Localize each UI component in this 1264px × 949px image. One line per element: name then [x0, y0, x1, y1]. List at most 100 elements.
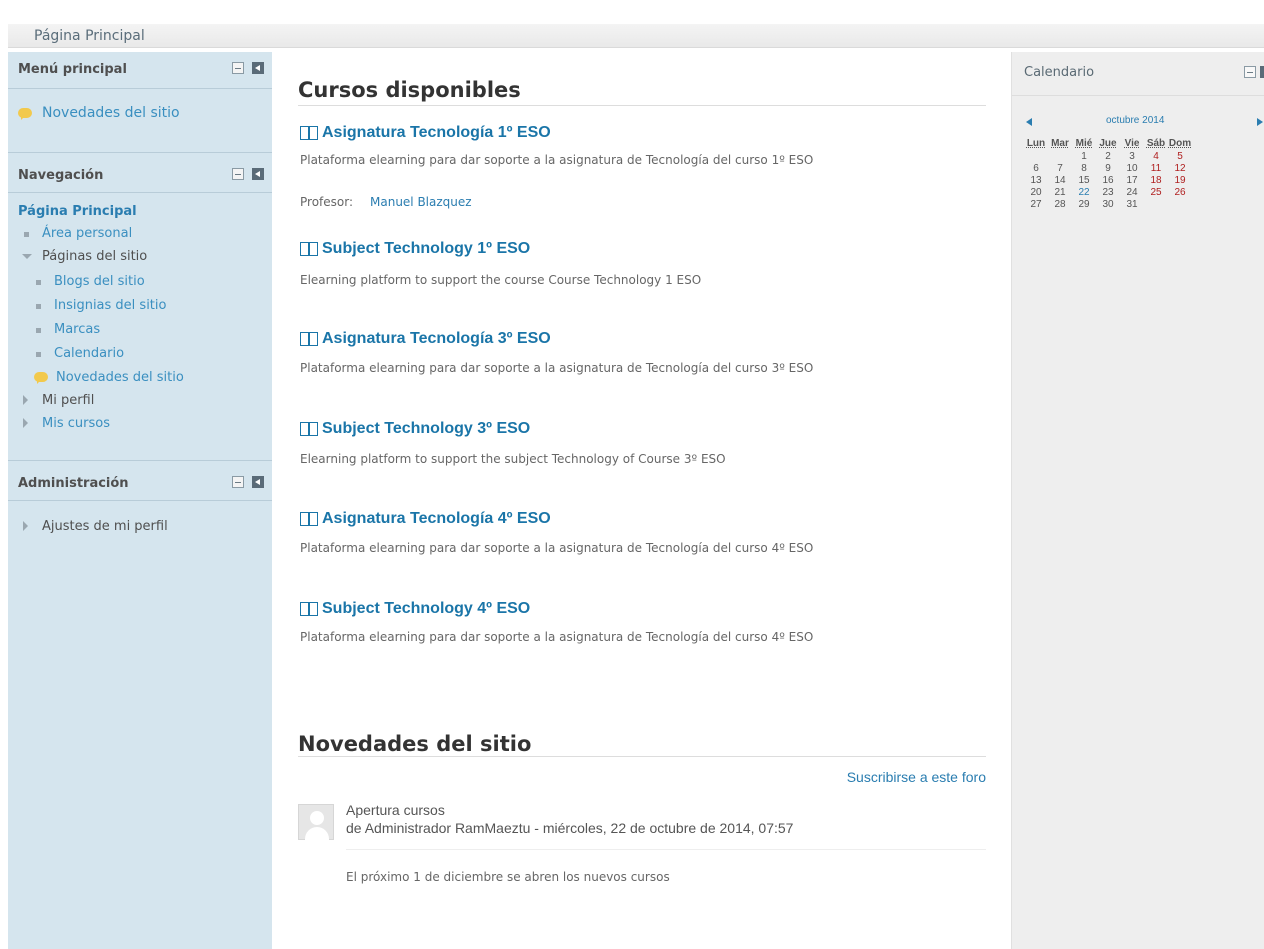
nav-item-site-blogs[interactable]: Blogs del sitio: [54, 274, 145, 289]
next-month-icon[interactable]: [1257, 118, 1263, 126]
weekday-label: Mié: [1075, 137, 1093, 149]
course-book-icon: [300, 422, 318, 436]
course-title-text[interactable]: Asignatura Tecnología 4º ESO: [322, 510, 551, 527]
bullet-icon: [36, 328, 41, 333]
calendar-day: 3: [1129, 150, 1135, 162]
calendar-day: [1144, 198, 1168, 210]
minimize-icon[interactable]: [232, 168, 244, 180]
course-title-text[interactable]: Subject Technology 4º ESO: [322, 600, 530, 617]
course-title-link[interactable]: Asignatura Tecnología 4º ESO: [298, 510, 551, 528]
navigation-title: Navegación: [18, 168, 104, 183]
calendar-day: 21: [1054, 186, 1066, 198]
minimize-icon[interactable]: [232, 476, 244, 488]
calendar-day: 19: [1174, 174, 1186, 186]
course-title-link[interactable]: Asignatura Tecnología 3º ESO: [298, 330, 551, 348]
calendar-day: 26: [1174, 186, 1186, 198]
calendar-month[interactable]: octubre 2014: [1106, 115, 1164, 126]
dock-icon[interactable]: [252, 168, 264, 180]
calendar-day: 27: [1030, 198, 1042, 210]
calendar-day: 16: [1102, 174, 1114, 186]
calendar-week-row: 6 7 8 9 10 11 12: [1024, 162, 1192, 174]
right-sidebar: Calendario octubre 2014 Lun Mar Mié Jue …: [1011, 52, 1264, 949]
collapsed-arrow-icon[interactable]: [23, 418, 28, 428]
calendar-week-row: 27 28 29 30 31: [1024, 198, 1192, 210]
calendar-day: [1024, 150, 1048, 162]
nav-item-site-pages[interactable]: Páginas del sitio: [42, 249, 147, 264]
nav-item-my-courses[interactable]: Mis cursos: [42, 416, 110, 431]
divider: [8, 152, 272, 153]
forum-bubble-icon: [34, 372, 48, 384]
course-summary: Plataforma elearning para dar soporte a …: [300, 153, 814, 167]
calendar-day: 5: [1177, 150, 1183, 162]
minimize-icon[interactable]: [1244, 66, 1256, 78]
expanded-arrow-icon[interactable]: [22, 254, 32, 259]
main-menu-header: Menú principal: [8, 52, 272, 88]
minimize-icon[interactable]: [232, 62, 244, 74]
divider: [8, 460, 272, 461]
calendar-day: 24: [1126, 186, 1138, 198]
dock-icon[interactable]: [252, 62, 264, 74]
calendar-day: 6: [1033, 162, 1039, 174]
calendar-week-row: 20 21 22 23 24 25 26: [1024, 186, 1192, 198]
calendar-day: 25: [1150, 186, 1162, 198]
calendar-day: 14: [1054, 174, 1066, 186]
calendar-day: 23: [1102, 186, 1114, 198]
course-summary: Plataforma elearning para dar soporte a …: [300, 361, 814, 375]
nav-item-my-profile[interactable]: Mi perfil: [42, 393, 94, 408]
course-title-link[interactable]: Subject Technology 1º ESO: [298, 240, 530, 258]
divider: [8, 88, 272, 89]
main-menu-item-news[interactable]: Novedades del sitio: [42, 105, 180, 121]
admin-item-profile-settings[interactable]: Ajustes de mi perfil: [42, 519, 168, 534]
calendar-day: 12: [1174, 162, 1186, 174]
administration-header: Administración: [8, 466, 272, 502]
dock-icon[interactable]: [252, 476, 264, 488]
nav-home[interactable]: Página Principal: [18, 204, 137, 219]
course-book-icon: [300, 332, 318, 346]
calendar-day: 30: [1102, 198, 1114, 210]
course-book-icon: [300, 242, 318, 256]
course-title-text[interactable]: Asignatura Tecnología 1º ESO: [322, 124, 551, 141]
bullet-icon: [24, 232, 29, 237]
breadcrumb-home[interactable]: Página Principal: [34, 28, 145, 44]
calendar-day: 7: [1057, 162, 1063, 174]
nav-item-personal-area[interactable]: Área personal: [42, 226, 132, 241]
dock-icon[interactable]: [1260, 66, 1264, 78]
user-avatar[interactable]: [298, 804, 334, 840]
calendar-day: 1: [1081, 150, 1087, 162]
collapsed-arrow-icon[interactable]: [23, 521, 28, 531]
weekday-label: Lun: [1026, 137, 1046, 149]
bullet-icon: [36, 304, 41, 309]
course-title-link[interactable]: Asignatura Tecnología 1º ESO: [298, 124, 551, 142]
nav-item-site-news[interactable]: Novedades del sitio: [56, 370, 184, 385]
top-bar: Página Principal: [0, 0, 1264, 52]
nav-item-tags[interactable]: Marcas: [54, 322, 100, 337]
course-title-text[interactable]: Asignatura Tecnología 3º ESO: [322, 330, 551, 347]
calendar-grid: Lun Mar Mié Jue Vie Sáb Dom 1 2 3 4 5 6 7 8 9 10 1…: [1024, 136, 1192, 210]
subscribe-forum-link[interactable]: Suscribirse a este foro: [847, 769, 986, 785]
breadcrumb: Página Principal: [8, 24, 1264, 48]
course-book-icon: [300, 512, 318, 526]
collapsed-arrow-icon[interactable]: [23, 395, 28, 405]
course-teacher-label: Profesor:: [300, 195, 354, 209]
navigation-header: Navegación: [8, 158, 272, 194]
calendar-day: 20: [1030, 186, 1042, 198]
course-title-link[interactable]: Subject Technology 3º ESO: [298, 420, 530, 438]
post-byline: de Administrador RamMaeztu - miércoles, …: [346, 820, 794, 836]
course-title-text[interactable]: Subject Technology 3º ESO: [322, 420, 530, 437]
previous-month-icon[interactable]: [1026, 118, 1032, 126]
heading-divider: [298, 756, 986, 757]
nav-item-calendar[interactable]: Calendario: [54, 346, 124, 361]
calendar-day: 29: [1078, 198, 1090, 210]
weekday-label: Sáb: [1146, 137, 1166, 149]
calendar-week-row: 13 14 15 16 17 18 19: [1024, 174, 1192, 186]
main-content: Cursos disponibles Asignatura Tecnología…: [272, 52, 1010, 949]
calendar-day: 17: [1126, 174, 1138, 186]
course-teacher-link[interactable]: Manuel Blazquez: [370, 195, 472, 209]
nav-item-site-badges[interactable]: Insignias del sitio: [54, 298, 166, 313]
course-title-link[interactable]: Subject Technology 4º ESO: [298, 600, 530, 618]
left-sidebar: Menú principal Novedades del sitio Naveg…: [8, 52, 272, 949]
calendar-day[interactable]: 22: [1072, 186, 1096, 198]
calendar-title: Calendario: [1024, 65, 1095, 80]
course-title-text[interactable]: Subject Technology 1º ESO: [322, 240, 530, 257]
forum-bubble-icon: [18, 108, 32, 120]
